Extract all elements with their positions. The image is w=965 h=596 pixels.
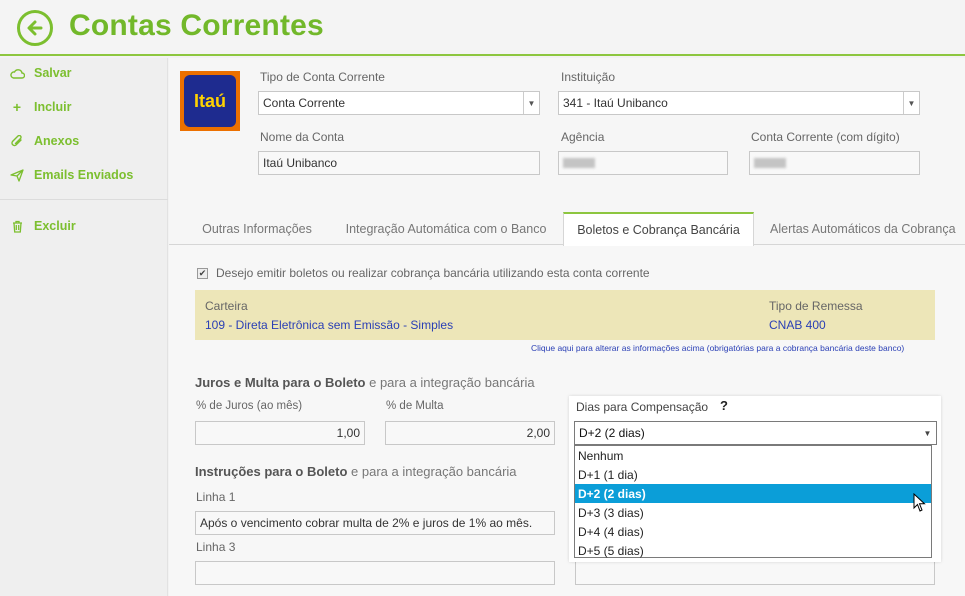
linha3-label: Linha 3 — [196, 540, 236, 554]
juros-title-bold: Juros e Multa para o Boleto — [195, 375, 366, 390]
dias-option[interactable]: Nenhum — [575, 446, 931, 465]
institution-value: 341 - Itaú Unibanco — [563, 96, 668, 110]
tab-label: Outras Informações — [202, 221, 312, 236]
linha3-input[interactable] — [195, 561, 555, 585]
masked-value — [563, 158, 595, 168]
page-title: Contas Correntes — [69, 9, 324, 42]
juros-title-rest: e para a integração bancária — [365, 375, 535, 390]
masked-value — [754, 158, 786, 168]
tab-label: Alertas Automáticos da Cobrança — [770, 221, 956, 236]
multa-value: 2,00 — [526, 426, 550, 440]
account-type-select[interactable]: Conta Corrente ▼ — [258, 91, 540, 115]
account-type-value: Conta Corrente — [263, 96, 346, 110]
bank-logo: Itaú — [180, 71, 240, 131]
emit-boletos-row[interactable]: ✔ Desejo emitir boletos ou realizar cobr… — [197, 266, 650, 280]
tab-integracao-automatica[interactable]: Integração Automática com o Banco — [334, 212, 558, 245]
account-type-label: Tipo de Conta Corrente — [260, 70, 385, 84]
instrucoes-title-rest: e para a integração bancária — [347, 464, 517, 479]
instrucoes-title-bold: Instruções para o Boleto — [195, 464, 348, 479]
mouse-cursor-icon — [913, 493, 926, 512]
delete-label: Excluir — [34, 219, 76, 233]
remessa-label: Tipo de Remessa — [769, 299, 863, 313]
dias-option[interactable]: D+1 (1 dia) — [575, 465, 931, 484]
attachments-button[interactable]: Anexos — [0, 130, 168, 152]
institution-select[interactable]: 341 - Itaú Unibanco ▼ — [558, 91, 920, 115]
juros-label: % de Juros (ao mês) — [196, 400, 303, 412]
instrucoes-section-title: Instruções para o Boleto e para a integr… — [195, 464, 517, 479]
delete-button[interactable]: Excluir — [0, 215, 168, 237]
help-icon[interactable]: ? — [720, 398, 728, 413]
page-header: Contas Correntes — [0, 0, 965, 56]
agency-input[interactable] — [558, 151, 728, 175]
account-number-input[interactable] — [749, 151, 920, 175]
tab-label: Integração Automática com o Banco — [345, 221, 547, 236]
arrow-left-icon — [27, 20, 43, 36]
dias-selected-value: D+2 (2 dias) — [579, 426, 645, 440]
remessa-value: CNAB 400 — [769, 318, 826, 332]
trash-icon — [8, 220, 26, 233]
sent-emails-label: Emails Enviados — [34, 168, 134, 182]
carteira-value: 109 - Direta Eletrônica sem Emissão - Si… — [205, 318, 454, 332]
multa-label: % de Multa — [386, 400, 444, 412]
add-label: Incluir — [34, 100, 72, 114]
send-icon — [8, 168, 26, 182]
dias-options-list: Nenhum D+1 (1 dia) D+2 (2 dias) D+3 (3 d… — [574, 445, 932, 558]
emit-boletos-label: Desejo emitir boletos ou realizar cobran… — [216, 266, 650, 280]
save-label: Salvar — [34, 66, 72, 80]
linha1-input[interactable]: Após o vencimento cobrar multa de 2% e j… — [195, 511, 555, 535]
plus-icon: + — [12, 99, 22, 115]
carteira-label: Carteira — [205, 299, 248, 313]
agency-label: Agência — [561, 130, 605, 144]
dias-compensacao-label: Dias para Compensação — [576, 400, 709, 414]
alter-info-link[interactable]: Clique aqui para alterar as informações … — [531, 343, 904, 353]
chevron-down-icon: ▼ — [903, 92, 919, 114]
dias-option-highlighted[interactable]: D+2 (2 dias) — [575, 484, 931, 503]
linha1-value: Após o vencimento cobrar multa de 2% e j… — [200, 516, 533, 530]
add-button[interactable]: + Incluir — [0, 96, 168, 118]
dias-option[interactable]: D+5 (5 dias) — [575, 541, 931, 560]
emit-boletos-checkbox[interactable]: ✔ — [197, 267, 208, 279]
tab-boletos-cobranca[interactable]: Boletos e Cobrança Bancária — [563, 212, 754, 246]
dias-option[interactable]: D+3 (3 dias) — [575, 503, 931, 522]
account-name-input[interactable]: Itaú Unibanco — [258, 151, 540, 175]
juros-value: 1,00 — [336, 426, 360, 440]
juros-input[interactable]: 1,00 — [195, 421, 365, 445]
sent-emails-button[interactable]: Emails Enviados — [0, 164, 168, 186]
account-name-label: Nome da Conta — [260, 130, 345, 144]
chevron-down-icon: ▼ — [923, 428, 932, 438]
attachments-label: Anexos — [34, 134, 80, 148]
linha1-label: Linha 1 — [196, 490, 236, 504]
tab-label: Boletos e Cobrança Bancária — [577, 223, 740, 237]
carteira-box — [195, 290, 935, 340]
tab-outras-informacoes[interactable]: Outras Informações — [190, 212, 324, 245]
linha4-input[interactable] — [575, 561, 935, 585]
juros-section-title: Juros e Multa para o Boleto e para a int… — [195, 375, 535, 390]
multa-input[interactable]: 2,00 — [385, 421, 555, 445]
chevron-down-icon: ▼ — [523, 92, 539, 114]
cloud-icon — [8, 68, 26, 79]
account-number-label: Conta Corrente (com dígito) — [751, 130, 900, 144]
tab-alertas-automaticos[interactable]: Alertas Automáticos da Cobrança — [762, 212, 965, 245]
dias-option[interactable]: D+4 (4 dias) — [575, 522, 931, 541]
save-button[interactable]: Salvar — [0, 62, 168, 84]
back-button[interactable] — [17, 10, 53, 46]
sidebar-divider — [0, 199, 168, 200]
bank-logo-text: Itaú — [184, 75, 236, 127]
institution-label: Instituição — [561, 70, 616, 84]
account-name-value: Itaú Unibanco — [263, 156, 338, 170]
dias-compensacao-select[interactable]: D+2 (2 dias) ▼ — [574, 421, 937, 445]
paperclip-icon — [8, 134, 26, 148]
